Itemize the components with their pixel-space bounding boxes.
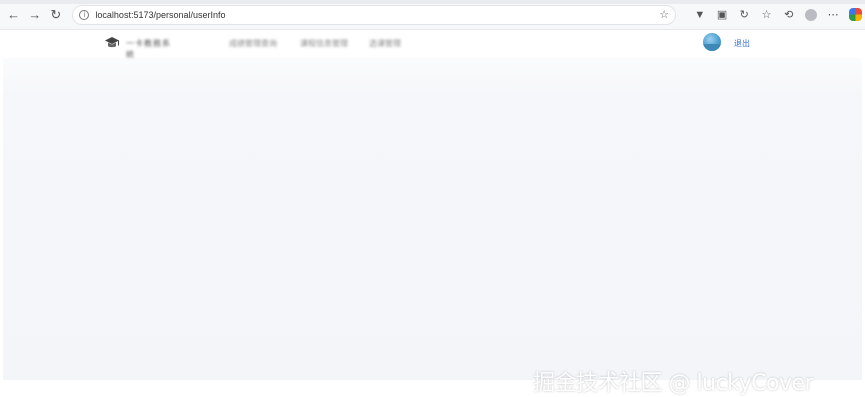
reload-icon[interactable]: ↻ (45, 4, 66, 26)
site-title[interactable]: 一卡教務系統 (126, 38, 178, 59)
profile-avatar (804, 8, 817, 21)
site-info-icon[interactable]: i (79, 9, 90, 20)
browser-toolbar: ← → ↻ i localhost:5173/personal/userInfo… (0, 0, 865, 30)
bookmark-star-icon[interactable]: ☆ (657, 8, 671, 22)
copilot-logo (848, 8, 862, 21)
user-avatar[interactable] (703, 33, 721, 51)
logout-link[interactable]: 退出 (734, 38, 750, 49)
nav-item-courses[interactable]: 课程信息管理 (300, 38, 352, 48)
page-content: 一卡教務系統 成绩管理查询 课程信息管理 选课管理 退出 掘金技术社区 @ lu… (3, 30, 862, 396)
profile-icon[interactable] (801, 5, 820, 25)
filter-extension-icon[interactable]: ▼ (690, 5, 709, 25)
extension-icon[interactable]: ▣ (712, 5, 731, 25)
watermark: 掘金技术社区 @ luckyCover (533, 371, 814, 396)
back-icon[interactable]: ← (3, 4, 24, 26)
nav-item-selection[interactable]: 选课管理 (369, 38, 415, 48)
more-menu-icon[interactable]: ⋯ (824, 5, 843, 25)
forward-icon[interactable]: → (24, 4, 45, 26)
url-text[interactable]: localhost:5173/personal/userInfo (95, 10, 657, 20)
site-header: 一卡教務系統 成绩管理查询 课程信息管理 选课管理 退出 (3, 30, 862, 59)
tab-strip (0, 0, 865, 4)
address-bar[interactable]: i localhost:5173/personal/userInfo ☆ (72, 4, 677, 25)
history-icon[interactable]: ⟲ (779, 5, 798, 25)
favorites-icon[interactable]: ☆ (757, 5, 776, 25)
nav-item-grades[interactable]: 成绩管理查询 (229, 38, 277, 48)
sync-extension-icon[interactable]: ↻ (735, 5, 754, 25)
copilot-icon[interactable] (846, 5, 865, 25)
graduation-cap-icon[interactable] (104, 36, 120, 50)
